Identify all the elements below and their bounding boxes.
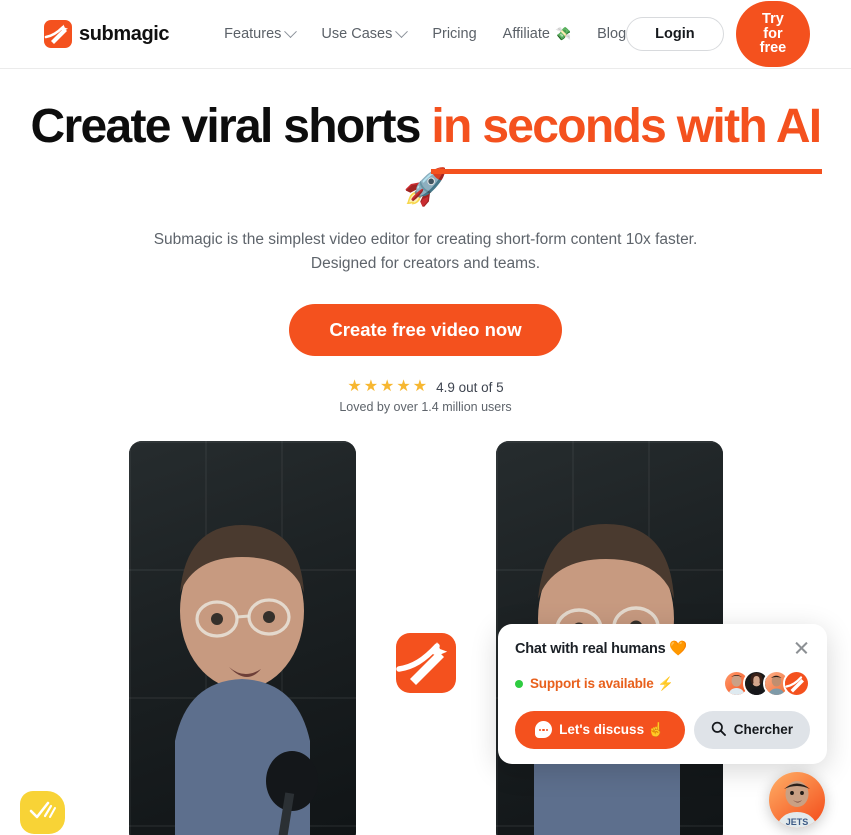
top-navigation-bar: submagic Features Use Cases Pricing Affi… xyxy=(0,0,851,69)
search-button[interactable]: Chercher xyxy=(693,711,810,749)
close-icon[interactable] xyxy=(794,640,810,656)
social-proof-text: Loved by over 1.4 million users xyxy=(339,400,512,415)
lets-discuss-label: Let's discuss ☝️ xyxy=(559,722,665,737)
chat-status-row: Support is available ⚡ xyxy=(515,670,810,697)
star-icon: ★ xyxy=(412,378,428,396)
chevron-down-icon xyxy=(284,24,298,38)
hero-subheading-line2: Designed for creators and teams. xyxy=(310,254,541,272)
nav-item-affiliate[interactable]: Affiliate 💸 xyxy=(503,26,571,42)
hero-subheading: Submagic is the simplest video editor fo… xyxy=(0,228,851,276)
chat-widget: Chat with real humans 🧡 Support is avail… xyxy=(498,624,827,764)
star-icon: ★ xyxy=(363,378,379,396)
nav-item-pricing[interactable]: Pricing xyxy=(432,26,476,42)
nav-item-pricing-label: Pricing xyxy=(432,26,477,42)
submagic-logo-badge xyxy=(395,633,456,694)
magic-wand-icon xyxy=(44,20,72,48)
agent-avatars xyxy=(723,670,810,697)
star-icon: ★ xyxy=(396,378,411,396)
hero-subheading-line1: Submagic is the simplest video editor fo… xyxy=(153,230,698,248)
nav-item-features[interactable]: Features xyxy=(224,24,298,42)
brand-name: submagic xyxy=(79,22,170,45)
svg-text:JETS: JETS xyxy=(786,817,809,827)
page-title: Create viral shorts in seconds with AI xyxy=(0,100,851,174)
nav-item-features-label: Features xyxy=(224,26,282,42)
nav-item-use-cases[interactable]: Use Cases xyxy=(321,24,409,42)
try-for-free-button[interactable]: Try for free xyxy=(735,1,811,67)
chat-widget-title: Chat with real humans 🧡 xyxy=(515,641,688,657)
search-icon xyxy=(711,721,726,739)
money-wings-icon: 💸 xyxy=(554,26,572,41)
chat-widget-actions: Let's discuss ☝️ Chercher xyxy=(515,711,810,749)
nav-links: Features Use Cases Pricing Affiliate 💸 B… xyxy=(224,24,626,42)
chat-launcher-avatar[interactable]: JETS xyxy=(769,772,825,828)
lets-discuss-button[interactable]: Let's discuss ☝️ xyxy=(515,711,685,749)
star-icon: ★ xyxy=(347,378,362,396)
nav-item-blog-label: Blog xyxy=(597,26,627,42)
avatar xyxy=(783,670,810,697)
nav-item-use-cases-label: Use Cases xyxy=(321,26,393,42)
chat-bubble-icon xyxy=(535,721,553,739)
nav-item-blog[interactable]: Blog xyxy=(597,26,626,42)
support-status-label: Support is available xyxy=(530,676,654,691)
person-illustration xyxy=(174,525,318,835)
star-rating: ★ ★ ★ ★ ★ xyxy=(347,379,427,395)
video-thumbnail-left[interactable] xyxy=(128,441,356,835)
hero-section: Create viral shorts in seconds with AI 🚀… xyxy=(0,69,851,414)
headline-accent: in seconds with AI xyxy=(431,100,823,174)
nav-item-affiliate-label: Affiliate xyxy=(502,26,550,42)
double-check-icon xyxy=(29,800,57,825)
cta-wrapper: Create free video now xyxy=(0,303,851,357)
lightning-icon: ⚡ xyxy=(657,675,674,691)
chevron-down-icon xyxy=(395,24,409,38)
brand-logo[interactable]: submagic xyxy=(44,20,170,48)
search-button-label: Chercher xyxy=(733,722,793,737)
login-button[interactable]: Login xyxy=(626,16,724,52)
rating-row: ★ ★ ★ ★ ★ 4.9 out of 5 xyxy=(0,379,851,395)
online-status-dot xyxy=(515,679,523,688)
star-icon: ★ xyxy=(380,378,395,396)
rating-value: 4.9 out of 5 xyxy=(436,379,504,395)
cookie-consent-button[interactable] xyxy=(20,791,65,834)
headline-primary: Create viral shorts xyxy=(30,100,422,153)
chat-widget-header: Chat with real humans 🧡 xyxy=(515,640,810,657)
create-free-video-button[interactable]: Create free video now xyxy=(289,303,562,357)
nav-actions: Login Try for free xyxy=(626,1,811,67)
rocket-icon: 🚀 xyxy=(403,165,448,207)
